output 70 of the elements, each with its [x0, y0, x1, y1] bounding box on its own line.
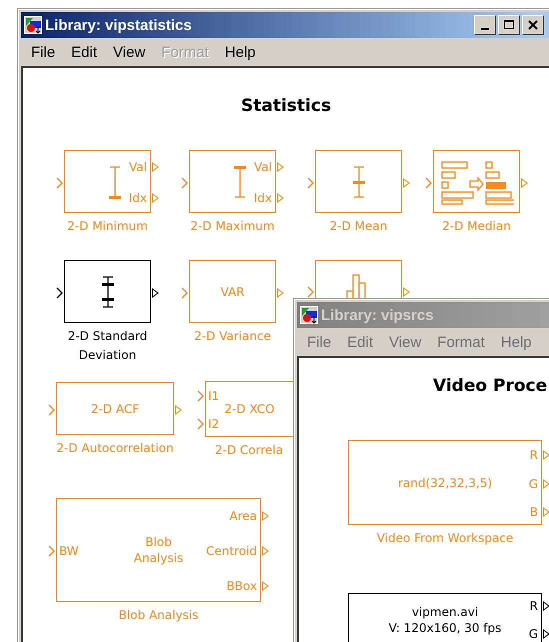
port-label: R — [530, 598, 538, 614]
block-text: VAR — [220, 284, 244, 300]
maximize-button[interactable] — [498, 15, 520, 35]
block-label: Video From Workspace — [376, 530, 514, 547]
library-heading: Statistics — [241, 96, 332, 116]
menu-item[interactable]: View — [105, 44, 154, 60]
menu-item[interactable]: View — [381, 334, 430, 350]
port-label: BBox — [226, 578, 257, 594]
minimize-button[interactable] — [474, 15, 496, 35]
menu-item[interactable]: Format — [429, 334, 493, 350]
block-text: rand(32,32,3,5) — [398, 474, 492, 490]
input-port-icon[interactable] — [197, 390, 204, 402]
close-icon — [528, 20, 538, 30]
port-label: G — [528, 626, 538, 642]
model-icon — [24, 16, 42, 34]
port-label: BW — [59, 543, 79, 559]
menu-item[interactable]: File — [299, 334, 340, 350]
block-text: Blob — [145, 534, 172, 550]
port-label: Idx — [254, 190, 272, 206]
block-label: 2-D Minimum — [67, 218, 148, 235]
input-port-icon[interactable] — [181, 286, 188, 298]
block-text: Analysis — [134, 550, 184, 566]
input-port-icon[interactable] — [56, 286, 63, 298]
port-label: Val — [129, 158, 147, 175]
menu-item[interactable]: Help — [492, 334, 540, 350]
port-label: R — [530, 447, 538, 464]
library-heading: Video Proce — [433, 376, 548, 396]
block-text: 2-D ACF — [90, 400, 140, 416]
mean-icon — [352, 164, 366, 198]
block-label: 2-D Standard Deviation — [66, 328, 148, 364]
model-icon — [300, 306, 318, 324]
block-text: V: 120x160, 30 fps — [388, 620, 502, 636]
window-title: Library: vipsrcs — [321, 306, 434, 324]
input-port-icon[interactable] — [425, 176, 432, 188]
block-label: 2-D Maximum — [190, 218, 275, 235]
block-text: 2-D XCO — [224, 401, 275, 417]
maximize-icon — [504, 20, 514, 30]
maximum-icon — [232, 164, 246, 198]
block-label: 2-D Median — [442, 218, 511, 235]
input-port-icon[interactable] — [307, 176, 314, 188]
port-label: B — [530, 504, 538, 520]
port-label: I1 — [208, 388, 220, 404]
port-label: Idx — [128, 190, 147, 206]
port-label: Val — [254, 158, 272, 175]
minimize-icon — [481, 28, 489, 30]
block-label: 2-D Correla — [214, 442, 284, 459]
menu-item[interactable]: Help — [216, 44, 264, 60]
input-port-icon[interactable] — [48, 404, 55, 416]
input-port-icon[interactable] — [307, 286, 314, 298]
median-icon — [440, 158, 514, 204]
port-label: Centroid — [206, 543, 257, 559]
menu-item[interactable]: Edit — [339, 334, 382, 350]
menu-item[interactable]: Edit — [63, 44, 106, 60]
block-label: Blob Analysis — [118, 607, 198, 624]
block-label: 2-D Autocorrelation — [56, 440, 174, 457]
block-label: 2-D Mean — [330, 218, 388, 235]
block-label: 2-D Variance — [194, 328, 271, 345]
std-deviation-icon — [100, 274, 114, 308]
window-title: Library: vipstatistics — [45, 16, 192, 34]
menu-item[interactable]: File — [23, 44, 64, 60]
minimum-icon — [108, 164, 122, 198]
input-port-icon[interactable] — [48, 545, 55, 557]
block-text: vipmen.avi — [412, 604, 478, 620]
input-port-icon[interactable] — [181, 176, 188, 188]
close-button[interactable] — [522, 15, 544, 35]
port-label: Area — [229, 508, 257, 524]
input-port-icon[interactable] — [56, 176, 63, 188]
port-label: G — [528, 476, 538, 492]
input-port-icon[interactable] — [197, 418, 204, 430]
port-label: I2 — [208, 416, 220, 432]
